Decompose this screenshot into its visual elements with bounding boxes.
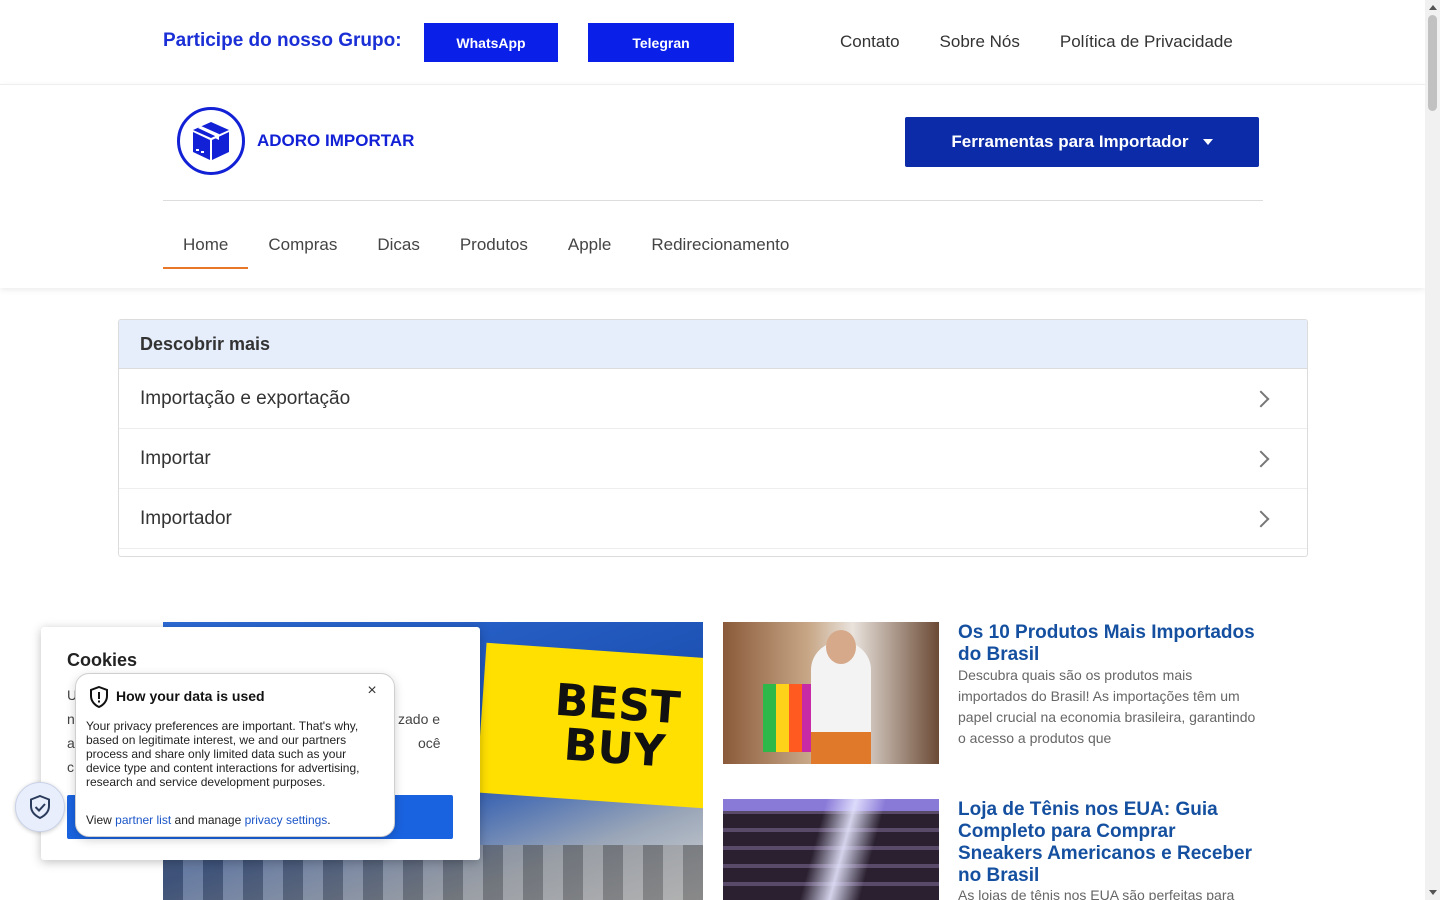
cookie-text-fragment: zado e [398, 711, 441, 727]
discover-item-label: Importar [140, 447, 211, 469]
telegram-button[interactable]: Telegran [588, 23, 734, 62]
box-icon [193, 122, 229, 160]
site-logo[interactable] [177, 107, 245, 175]
nav-item-compras[interactable]: Compras [248, 225, 357, 269]
discover-item-label: Importação e exportação [140, 387, 351, 409]
privacy-popover: How your data is used × Your privacy pre… [75, 673, 395, 837]
popover-title: How your data is used [116, 688, 265, 704]
article-thumbnail[interactable] [723, 622, 939, 764]
discover-more-box: Descobrir mais Importação e exportação I… [118, 319, 1308, 557]
shield-check-icon [30, 795, 50, 819]
popover-body: Your privacy preferences are important. … [86, 719, 360, 789]
shopping-bags [763, 684, 815, 752]
nav-item-produtos[interactable]: Produtos [440, 225, 548, 269]
nav-item-dicas[interactable]: Dicas [357, 225, 440, 269]
discover-item[interactable]: Importar [119, 429, 1307, 489]
foot-end: . [327, 813, 331, 827]
article-excerpt: Descubra quais são os produtos mais impo… [958, 667, 1256, 746]
partner-list-link[interactable]: partner list [115, 813, 171, 827]
site-header: ADORO IMPORTAR Ferramentas para Importad… [0, 84, 1425, 288]
caret-down-icon [1202, 139, 1213, 145]
article-excerpt: As lojas de tênis nos EUA são perfeitas … [958, 887, 1235, 900]
sign-line-2: BUY [562, 719, 667, 778]
scrollbar-thumb[interactable] [1428, 15, 1437, 111]
whatsapp-button[interactable]: WhatsApp [424, 23, 558, 62]
cookie-text-fragment: a [67, 735, 75, 751]
foot-mid: and manage [174, 813, 242, 827]
person-skirt [811, 732, 871, 764]
cookie-title: Cookies [67, 650, 138, 670]
page-scrollbar[interactable] [1425, 0, 1440, 900]
main-nav: Home Compras Dicas Produtos Apple Redire… [163, 225, 809, 269]
best-buy-sign: BEST BUY [476, 642, 703, 812]
tools-dropdown-button[interactable]: Ferramentas para Importador [905, 117, 1259, 167]
shield-alert-icon [90, 686, 108, 708]
top-links: Contato Sobre Nós Política de Privacidad… [840, 32, 1233, 52]
article-title[interactable]: Loja de Tênis nos EUA: Guia Completo par… [958, 799, 1258, 887]
close-icon[interactable]: × [365, 683, 379, 699]
privacy-settings-link[interactable]: privacy settings [245, 813, 328, 827]
popover-footer: View partner list and manage privacy set… [86, 813, 331, 827]
link-politica-privacidade[interactable]: Política de Privacidade [1060, 32, 1233, 52]
cookie-text-fragment: c [67, 759, 74, 775]
cookie-text-fragment: ocê [418, 735, 441, 751]
top-bar: Participe do nosso Grupo: WhatsApp Teleg… [0, 0, 1425, 84]
person-face [826, 630, 856, 664]
discover-item[interactable]: Importador [119, 489, 1307, 549]
article-title[interactable]: Os 10 Produtos Mais Importados do Brasil [958, 622, 1258, 666]
discover-item-label: Importador [140, 507, 232, 529]
scroll-up-icon[interactable] [1429, 5, 1437, 10]
privacy-badge-button[interactable] [15, 782, 65, 832]
header-divider [163, 200, 1263, 201]
foot-view: View [86, 813, 112, 827]
chevron-right-icon [1252, 510, 1270, 527]
discover-item[interactable]: Importação e exportação [119, 369, 1307, 429]
scroll-down-icon[interactable] [1429, 890, 1437, 895]
link-sobre-nos[interactable]: Sobre Nós [940, 32, 1020, 52]
tools-label: Ferramentas para Importador [951, 132, 1189, 151]
logo-text[interactable]: ADORO IMPORTAR [257, 131, 414, 151]
nav-item-apple[interactable]: Apple [548, 225, 631, 269]
discover-title: Descobrir mais [119, 320, 1307, 369]
chevron-right-icon [1252, 390, 1270, 407]
nav-item-redirecionamento[interactable]: Redirecionamento [631, 225, 809, 269]
thumbnail-light [799, 799, 887, 900]
link-contato[interactable]: Contato [840, 32, 900, 52]
group-label: Participe do nosso Grupo: [163, 30, 402, 51]
article-thumbnail[interactable] [723, 799, 939, 900]
cookie-text-fragment: n [67, 711, 75, 727]
nav-item-home[interactable]: Home [163, 225, 249, 269]
chevron-right-icon [1252, 450, 1270, 467]
